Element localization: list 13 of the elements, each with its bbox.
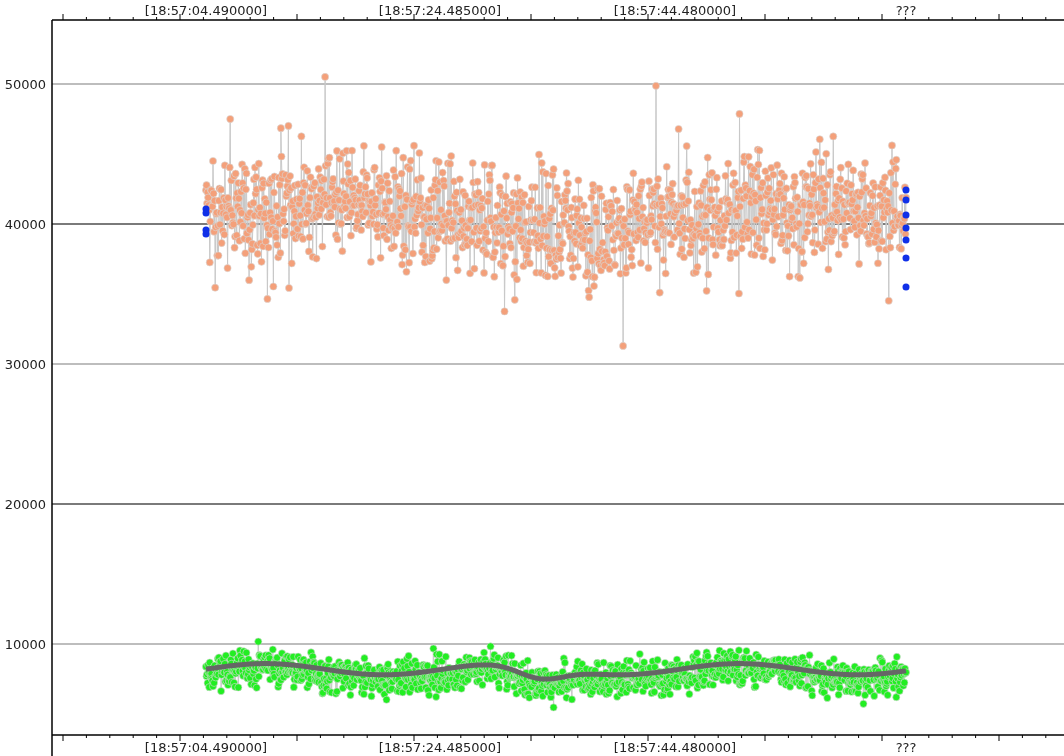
y-axis-label: 30000 [4, 357, 46, 372]
y-axis-label: 20000 [4, 497, 46, 512]
x-axis-label: [18:57:44.480000] [613, 740, 737, 755]
x-axis-label: ??? [895, 740, 917, 755]
y-axis-label: 40000 [4, 217, 46, 232]
y-axis-label: 50000 [4, 77, 46, 92]
x-axis-label: [18:57:04.490000] [144, 3, 268, 18]
x-axis-label: ??? [895, 3, 917, 18]
x-axis-label: [18:57:04.490000] [144, 740, 268, 755]
x-axis-label: [18:57:44.480000] [613, 3, 737, 18]
x-axis-label: [18:57:24.485000] [378, 740, 502, 755]
x-axis-label: [18:57:24.485000] [378, 3, 502, 18]
y-axis-label: 10000 [4, 637, 46, 652]
